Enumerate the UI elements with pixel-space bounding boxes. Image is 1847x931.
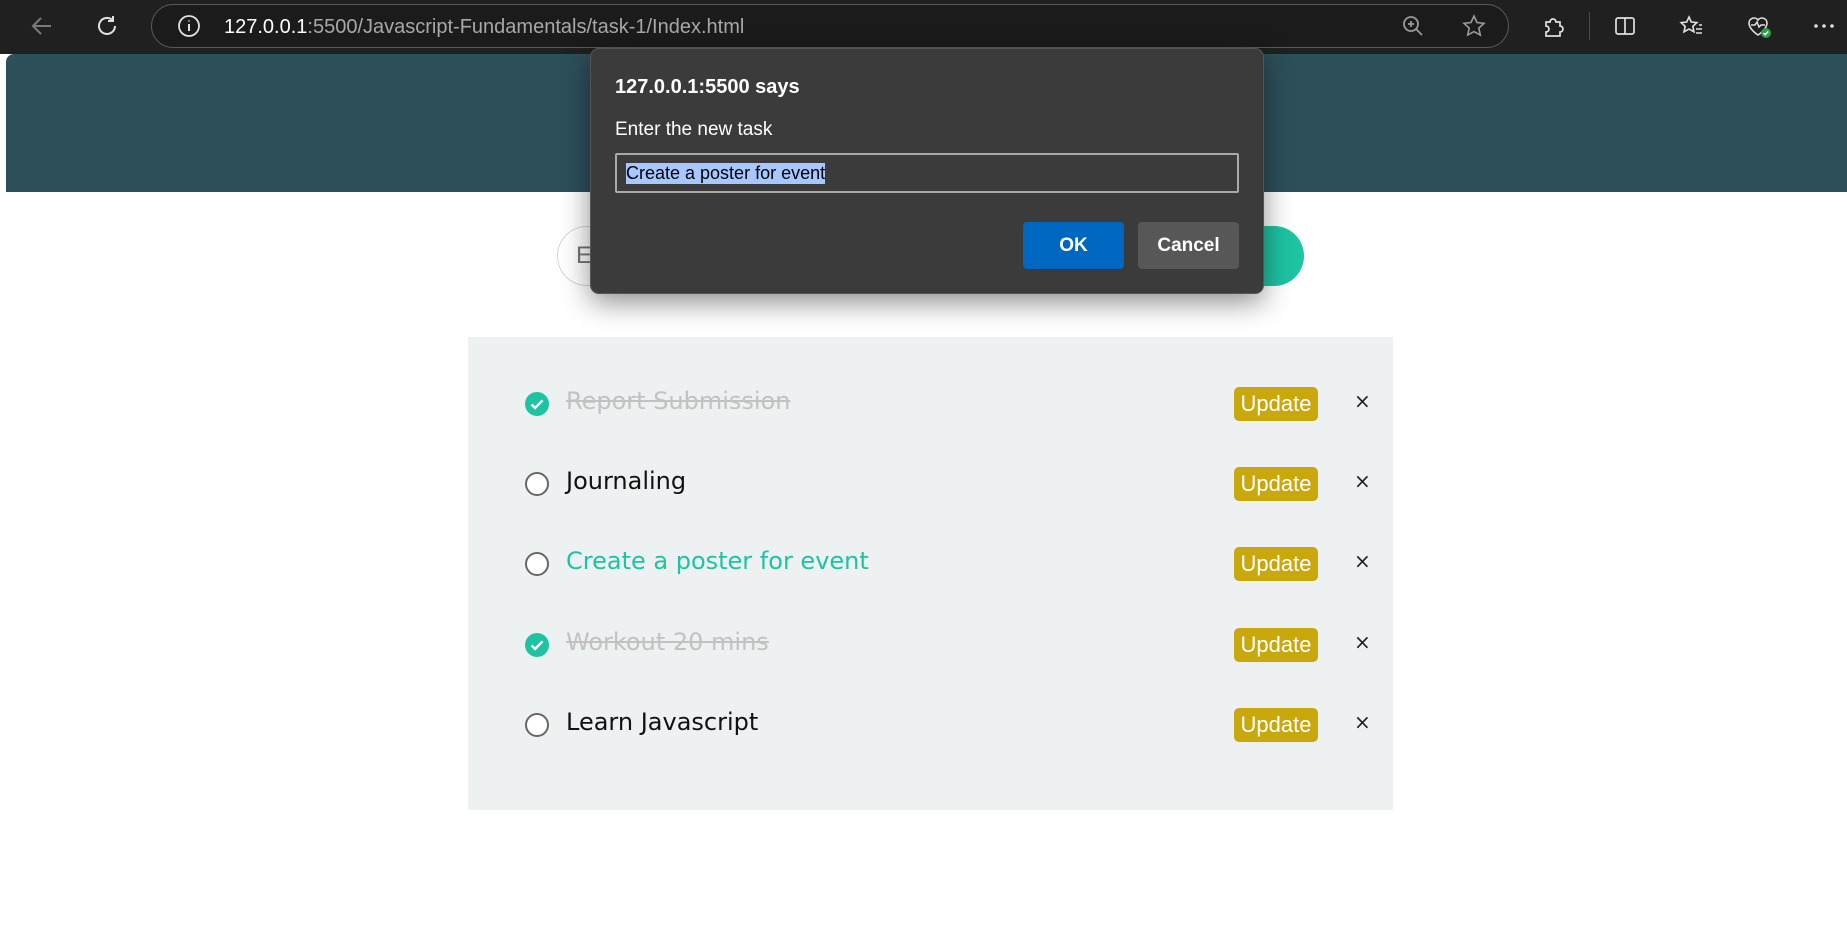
task-text[interactable]: Learn Javascript [566,708,758,736]
reload-icon[interactable] [90,9,124,43]
dialog-text-input[interactable] [615,153,1239,193]
update-button[interactable]: Update [1234,547,1318,581]
zoom-icon[interactable] [1396,9,1430,43]
browser-toolbar: 127.0.0.1:5500/Javascript-Fundamentals/t… [0,0,1847,54]
dialog-message: Enter the new task [615,119,773,140]
close-icon[interactable]: × [1354,710,1371,734]
task-item: Workout 20 mins Update × [468,614,1393,674]
task-text[interactable]: Journaling [566,467,686,495]
ok-button[interactable]: OK [1023,222,1124,269]
favorites-icon[interactable] [1675,9,1709,43]
extensions-icon[interactable] [1536,9,1570,43]
browser-essentials-icon[interactable] [1741,9,1775,43]
unchecked-circle-icon[interactable] [525,713,549,737]
favorite-star-icon[interactable] [1457,9,1491,43]
split-screen-icon[interactable] [1608,9,1642,43]
unchecked-circle-icon[interactable] [525,552,549,576]
close-icon[interactable]: × [1354,389,1371,413]
toolbar-separator [1589,12,1590,40]
task-text[interactable]: Create a poster for event [566,547,869,575]
update-button[interactable]: Update [1234,467,1318,501]
address-bar[interactable]: 127.0.0.1:5500/Javascript-Fundamentals/t… [151,4,1509,48]
dialog-title: 127.0.0.1:5500 says [615,76,800,98]
checked-circle-icon[interactable] [525,392,549,416]
prompt-dialog: 127.0.0.1:5500 says Enter the new task O… [590,48,1264,294]
update-button[interactable]: Update [1234,387,1318,421]
url-text: 127.0.0.1:5500/Javascript-Fundamentals/t… [224,16,744,39]
back-arrow-icon[interactable] [25,9,59,43]
update-button[interactable]: Update [1234,628,1318,662]
task-item: Report Submission Update × [468,373,1393,433]
close-icon[interactable]: × [1354,549,1371,573]
close-icon[interactable]: × [1354,630,1371,654]
task-item: Journaling Update × [468,453,1393,513]
url-host: 127.0.0.1 [224,16,308,38]
url-path: :5500/Javascript-Fundamentals/task-1/Ind… [307,16,745,38]
task-item: Create a poster for event Update × [468,533,1393,593]
checked-circle-icon[interactable] [525,633,549,657]
close-icon[interactable]: × [1354,469,1371,493]
task-list: Report Submission Update × Journaling Up… [468,337,1393,810]
task-text[interactable]: Workout 20 mins [566,628,769,656]
site-info-icon[interactable] [172,9,206,43]
more-options-icon[interactable] [1807,9,1841,43]
update-button[interactable]: Update [1234,708,1318,742]
unchecked-circle-icon[interactable] [525,472,549,496]
task-item: Learn Javascript Update × [468,694,1393,754]
cancel-button[interactable]: Cancel [1138,222,1239,269]
task-text[interactable]: Report Submission [566,387,790,415]
